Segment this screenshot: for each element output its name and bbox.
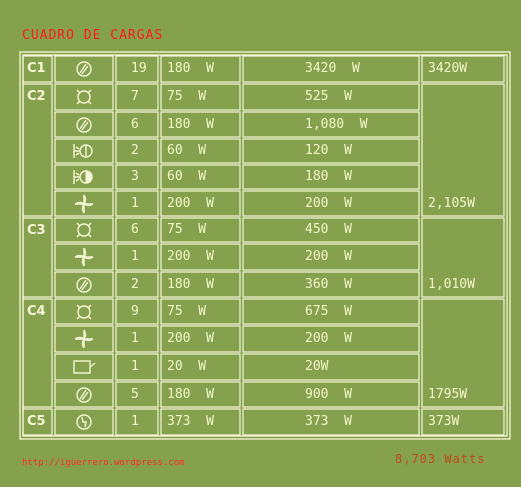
ceiling-light-icon xyxy=(72,302,96,322)
subtotal-cell: 3420 W xyxy=(305,61,360,76)
quantity-cell: 6 xyxy=(131,116,139,132)
circuit-total: 2,105W xyxy=(428,195,475,211)
unit-power-cell: 200 W xyxy=(167,195,214,211)
ceiling-fan-icon xyxy=(72,194,96,214)
circuit-label: C5 xyxy=(27,414,46,429)
subtotal-cell: 200 W xyxy=(305,331,352,346)
receptacle-icon xyxy=(72,59,96,79)
circuit-label: C4 xyxy=(27,304,46,319)
circuit-total: 1795W xyxy=(428,386,468,402)
quantity-cell: 6 xyxy=(131,222,139,237)
ceiling-light-icon xyxy=(72,87,96,107)
unit-power-cell: 75 W xyxy=(167,303,207,319)
unit-power-cell: 75 W xyxy=(167,222,207,237)
unit-power-cell: 200 W xyxy=(167,331,214,346)
quantity-cell: 1 xyxy=(131,195,139,211)
quantity-cell: 5 xyxy=(131,386,139,402)
quantity-cell: 9 xyxy=(131,303,139,319)
motor-icon xyxy=(72,412,96,432)
ceiling-light-icon xyxy=(72,220,96,240)
unit-power-cell: 200 W xyxy=(167,249,214,264)
doorbell-icon xyxy=(72,357,96,377)
unit-power-cell: 20 W xyxy=(167,359,207,374)
subtotal-cell: 1,080 W xyxy=(305,116,368,132)
receptacle-icon xyxy=(72,275,96,295)
receptacle-icon xyxy=(72,115,96,135)
unit-power-cell: 180 W xyxy=(167,116,214,132)
circuit-label: C2 xyxy=(27,89,46,104)
unit-power-cell: 180 W xyxy=(167,386,214,402)
quantity-cell: 1 xyxy=(131,359,139,374)
subtotal-cell: 373 W xyxy=(305,414,352,429)
circuit-label: C3 xyxy=(27,223,46,238)
circuit-total: 3420W xyxy=(428,61,468,76)
quantity-cell: 19 xyxy=(131,61,147,76)
unit-power-cell: 75 W xyxy=(167,89,207,104)
receptacle-icon xyxy=(72,385,96,405)
footer-url: http://iguerrero.wordpress.com xyxy=(22,458,185,468)
quantity-cell: 1 xyxy=(131,414,139,429)
subtotal-cell: 900 W xyxy=(305,386,352,402)
quantity-cell: 2 xyxy=(131,276,139,292)
circuit-label: C1 xyxy=(27,61,46,76)
half-wall-light-icon xyxy=(72,167,96,187)
unit-power-cell: 60 W xyxy=(167,169,207,184)
ceiling-fan-icon xyxy=(72,247,96,267)
subtotal-cell: 200 W xyxy=(305,195,352,211)
ceiling-fan-icon xyxy=(72,329,96,349)
unit-power-cell: 373 W xyxy=(167,414,214,429)
total-watts: 8,703 Watts xyxy=(395,452,486,466)
subtotal-cell: 450 W xyxy=(305,222,352,237)
subtotal-cell: 360 W xyxy=(305,276,352,292)
subtotal-cell: 120 W xyxy=(305,143,352,158)
subtotal-cell: 180 W xyxy=(305,169,352,184)
circuit-total: 1,010W xyxy=(428,276,475,292)
load-table: 19 180 W 3420 W C1 3420W 7 75 W 525 W 6 180 W 1,08… xyxy=(0,0,521,487)
subtotal-cell: 200 W xyxy=(305,249,352,264)
unit-power-cell: 60 W xyxy=(167,143,207,158)
subtotal-cell: 525 W xyxy=(305,89,352,104)
subtotal-cell: 675 W xyxy=(305,303,352,319)
subtotal-cell: 20W xyxy=(305,359,329,374)
quantity-cell: 2 xyxy=(131,143,139,158)
unit-power-cell: 180 W xyxy=(167,61,214,76)
quantity-cell: 1 xyxy=(131,331,139,346)
wall-light-icon xyxy=(72,141,96,161)
circuit-total: 373W xyxy=(428,414,460,429)
unit-power-cell: 180 W xyxy=(167,276,214,292)
quantity-cell: 1 xyxy=(131,249,139,264)
quantity-cell: 3 xyxy=(131,169,139,184)
quantity-cell: 7 xyxy=(131,89,139,104)
